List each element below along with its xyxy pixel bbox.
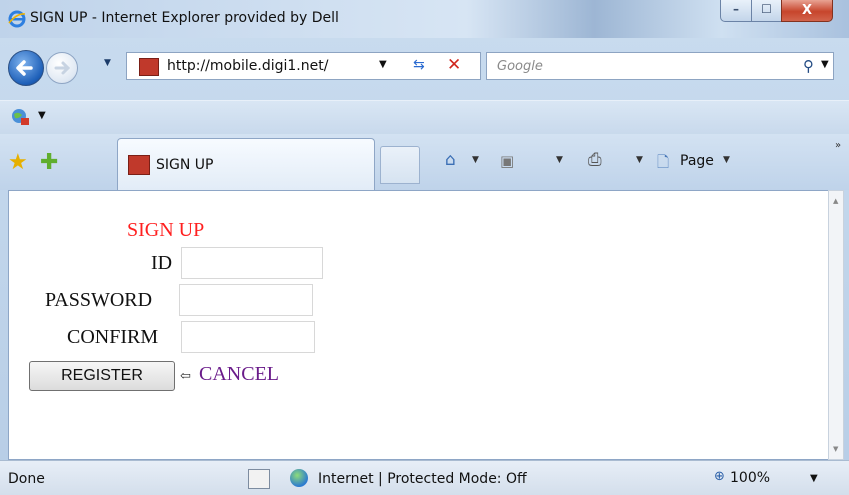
add-favorite-icon[interactable]: ✚ (40, 150, 58, 175)
page-content: SIGN UP ID PASSWORD CONFIRM REGISTER ⇦ C… (8, 190, 828, 460)
chevron-more-icon[interactable]: » (835, 140, 841, 151)
password-field[interactable] (179, 284, 313, 316)
favorites-star-icon[interactable]: ★ (8, 150, 28, 175)
stop-icon[interactable]: ✕ (447, 55, 461, 75)
scroll-up-icon[interactable]: ▲ (833, 197, 838, 205)
close-button[interactable]: X (781, 0, 833, 22)
feeds-icon[interactable]: ▣ (500, 152, 514, 170)
toolbar-dropdown-icon[interactable]: ▼ (38, 110, 46, 121)
maximize-button[interactable]: ☐ (751, 0, 782, 22)
forward-arrow-icon (54, 61, 71, 75)
recent-pages-dropdown-icon[interactable]: ▼ (104, 58, 111, 68)
password-label: PASSWORD (45, 289, 153, 311)
search-icon[interactable]: ⚲ (803, 57, 814, 75)
search-dropdown-icon[interactable]: ▼ (821, 59, 829, 70)
navigation-bar: ▼ http://mobile.digi1.net/ ▼ ⇆ ✕ Google … (0, 38, 849, 100)
home-dropdown-icon[interactable]: ▼ (472, 155, 479, 165)
minimize-icon: – (733, 2, 739, 16)
confirm-password-field[interactable] (181, 321, 315, 353)
home-icon[interactable]: ⌂ (445, 150, 456, 170)
page-icon[interactable]: 🗋 (657, 152, 669, 177)
tab-favicon-icon (128, 155, 150, 175)
maximize-icon: ☐ (761, 2, 772, 16)
back-button[interactable] (8, 50, 44, 86)
status-text: Done (8, 471, 45, 487)
register-button[interactable]: REGISTER (29, 361, 175, 391)
protected-mode-icon[interactable] (248, 469, 270, 489)
ie-logo-icon (8, 10, 26, 28)
address-url[interactable]: http://mobile.digi1.net/ (167, 58, 328, 74)
feeds-dropdown-icon[interactable]: ▼ (556, 155, 563, 165)
tab-signup[interactable]: SIGN UP (117, 138, 375, 190)
tab-label: SIGN UP (156, 157, 214, 173)
forward-button[interactable] (46, 52, 78, 84)
address-bar[interactable]: http://mobile.digi1.net/ ▼ ⇆ ✕ (126, 52, 481, 80)
search-bar[interactable]: Google ⚲ ▼ (486, 52, 834, 80)
title-bar: SIGN UP - Internet Explorer provided by … (0, 0, 849, 38)
id-field[interactable] (181, 247, 323, 279)
page-menu[interactable]: Page (680, 153, 714, 169)
confirm-label: CONFIRM (67, 326, 159, 348)
globe-icon (290, 469, 308, 487)
minimize-button[interactable]: – (720, 0, 752, 22)
scroll-down-icon[interactable]: ▼ (833, 445, 838, 453)
window-title: SIGN UP - Internet Explorer provided by … (30, 10, 339, 26)
id-label: ID (151, 252, 173, 274)
zoom-level[interactable]: 100% (730, 470, 770, 486)
print-icon[interactable]: ⎙ (588, 150, 602, 170)
vertical-scrollbar[interactable]: ▲ ▼ (828, 190, 844, 460)
toolbar-globe-icon[interactable] (10, 107, 30, 127)
refresh-icon[interactable]: ⇆ (413, 57, 425, 73)
zoom-dropdown-icon[interactable]: ▼ (810, 473, 818, 484)
address-dropdown-icon[interactable]: ▼ (379, 59, 387, 70)
close-icon: X (801, 3, 813, 18)
page-dropdown-icon[interactable]: ▼ (723, 155, 730, 165)
site-favicon-icon (139, 58, 159, 76)
links-toolbar: ▼ (0, 100, 849, 135)
cancel-link[interactable]: CANCEL (199, 363, 279, 386)
new-tab-button[interactable] (380, 146, 420, 184)
zoom-icon[interactable]: ⊕ (714, 469, 725, 484)
back-arrow-icon (16, 60, 33, 76)
search-input[interactable]: Google (497, 59, 543, 74)
status-bar: Done Internet | Protected Mode: Off ⊕ 10… (0, 460, 849, 495)
browser-window: SIGN UP - Internet Explorer provided by … (0, 0, 849, 495)
cancel-arrow-icon: ⇦ (180, 368, 191, 383)
print-dropdown-icon[interactable]: ▼ (636, 155, 643, 165)
page-title: SIGN UP (127, 219, 205, 241)
security-zone-text[interactable]: Internet | Protected Mode: Off (318, 471, 527, 487)
tab-bar: ★ ✚ SIGN UP ⌂ ▼ ▣ ▼ ⎙ ▼ 🗋 Page ▼ » (0, 134, 849, 190)
